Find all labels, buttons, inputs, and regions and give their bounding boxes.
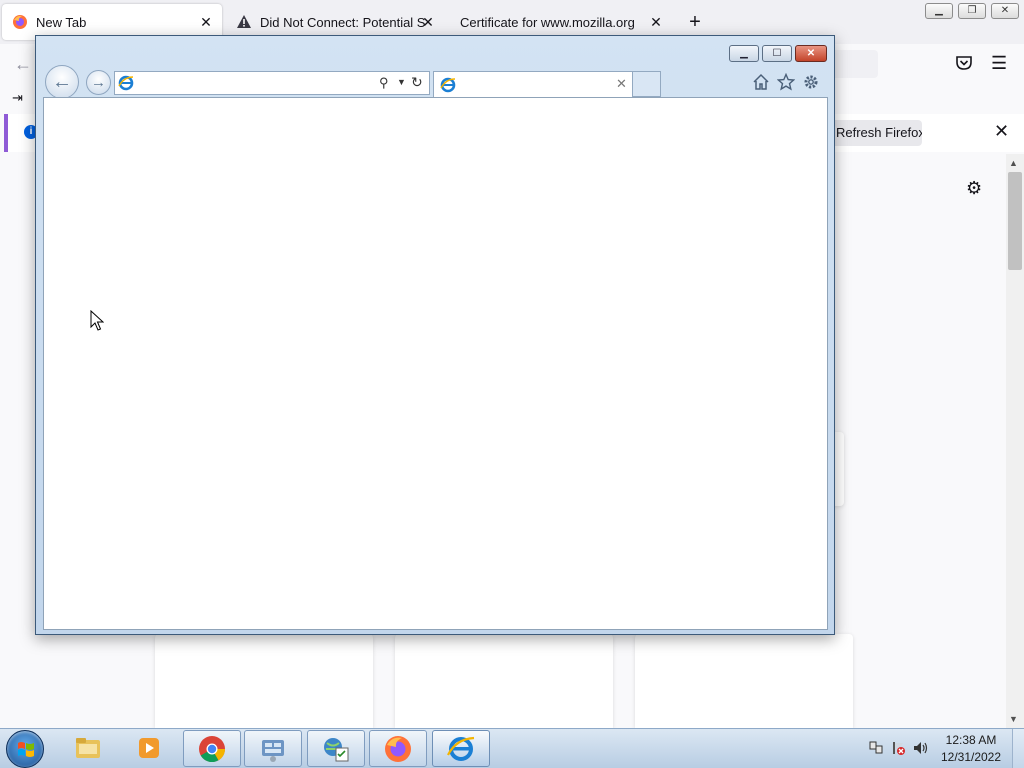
internet-explorer-window: ▁ ☐ ✕ ← → ⚲ ▼ ↻ ✕ (35, 35, 835, 635)
chrome-icon (199, 736, 226, 763)
back-arrow-icon: ← (52, 71, 72, 93)
scrollbar[interactable]: ▲ ▼ (1006, 154, 1024, 728)
search-icon[interactable]: ⚲ (379, 75, 389, 91)
close-icon[interactable]: ✕ (648, 14, 664, 30)
favorites-star-icon[interactable] (776, 72, 796, 91)
control-panel-icon (262, 740, 284, 762)
ie-page-content[interactable] (43, 97, 828, 630)
taskbar-internet-explorer[interactable] (432, 730, 490, 767)
folder-icon (76, 738, 100, 758)
start-button[interactable] (6, 730, 44, 768)
taskbar-media-player[interactable] (121, 730, 179, 767)
ie-tab[interactable]: ✕ (433, 71, 633, 97)
show-desktop-button[interactable] (1012, 729, 1024, 768)
internet-explorer-icon (447, 736, 475, 761)
close-button[interactable]: ✕ (795, 45, 827, 62)
top-site-card[interactable] (635, 634, 853, 728)
new-tab-button[interactable] (633, 71, 661, 97)
address-bar: ⚲ ▼ ↻ (114, 71, 430, 95)
clock-date[interactable]: 12/31/2022 (926, 750, 1016, 764)
taskbar-chrome[interactable] (183, 730, 241, 767)
close-icon[interactable]: ✕ (198, 14, 214, 30)
minimize-button[interactable]: ▁ (925, 3, 953, 19)
close-button[interactable]: ✕ (991, 3, 1019, 19)
back-button[interactable]: ← (45, 65, 79, 99)
new-tab-button[interactable]: + (684, 11, 706, 33)
tab-label: New Tab (36, 14, 87, 30)
hamburger-menu-icon[interactable]: ☰ (991, 53, 1007, 74)
tab-label: Certificate for www.mozilla.org (460, 14, 635, 30)
network-task-icon (324, 738, 349, 762)
close-icon[interactable]: ✕ (616, 76, 627, 92)
mouse-cursor-icon (90, 310, 104, 331)
chevron-down-icon[interactable]: ▼ (397, 77, 406, 87)
refresh-icon[interactable]: ↻ (411, 74, 423, 91)
taskbar: 12:38 AM 12/31/2022 (0, 728, 1024, 768)
gear-icon[interactable] (802, 73, 820, 91)
scroll-up-icon[interactable]: ▲ (1009, 158, 1018, 168)
restore-button[interactable]: ❐ (958, 3, 986, 19)
home-icon[interactable] (752, 73, 770, 91)
taskbar-firefox[interactable] (369, 730, 427, 767)
forward-arrow-icon: → (91, 74, 106, 91)
internet-explorer-icon (118, 75, 134, 91)
warning-triangle-icon (236, 14, 252, 30)
back-arrow-icon[interactable]: ← (14, 54, 32, 75)
gear-icon[interactable]: ⚙ (966, 178, 982, 199)
top-site-card[interactable] (155, 634, 373, 728)
address-input[interactable] (139, 75, 367, 91)
internet-explorer-icon (440, 77, 456, 93)
action-center-flag-icon[interactable] (868, 740, 884, 756)
network-disconnected-icon[interactable] (890, 740, 906, 756)
refresh-firefox-button[interactable]: Refresh Firefox... (830, 120, 922, 146)
import-bookmarks-icon[interactable]: ⇥ (12, 90, 23, 106)
scroll-thumb[interactable] (1008, 172, 1022, 270)
firefox-icon (12, 14, 28, 30)
taskbar-file-explorer[interactable] (60, 730, 118, 767)
system-tray: 12:38 AM 12/31/2022 (864, 729, 1024, 768)
taskbar-network-task[interactable] (307, 730, 365, 767)
tab-label: Did Not Connect: Potential Security Issu… (260, 14, 426, 30)
minimize-button[interactable]: ▁ (729, 45, 759, 62)
taskbar-control-panel[interactable] (244, 730, 302, 767)
close-icon[interactable]: ✕ (994, 121, 1009, 142)
url-bar[interactable] (830, 50, 878, 78)
close-icon[interactable]: ✕ (420, 14, 436, 30)
maximize-button[interactable]: ☐ (762, 45, 792, 62)
clock-time[interactable]: 12:38 AM (926, 733, 1016, 747)
tab-label (462, 78, 612, 92)
windows-logo-icon (18, 742, 34, 757)
top-site-card[interactable] (395, 634, 613, 728)
forward-button[interactable]: → (86, 70, 111, 95)
pocket-icon[interactable] (955, 55, 973, 71)
media-player-icon (139, 738, 159, 758)
scroll-down-icon[interactable]: ▼ (1009, 714, 1018, 724)
firefox-icon (385, 736, 411, 762)
